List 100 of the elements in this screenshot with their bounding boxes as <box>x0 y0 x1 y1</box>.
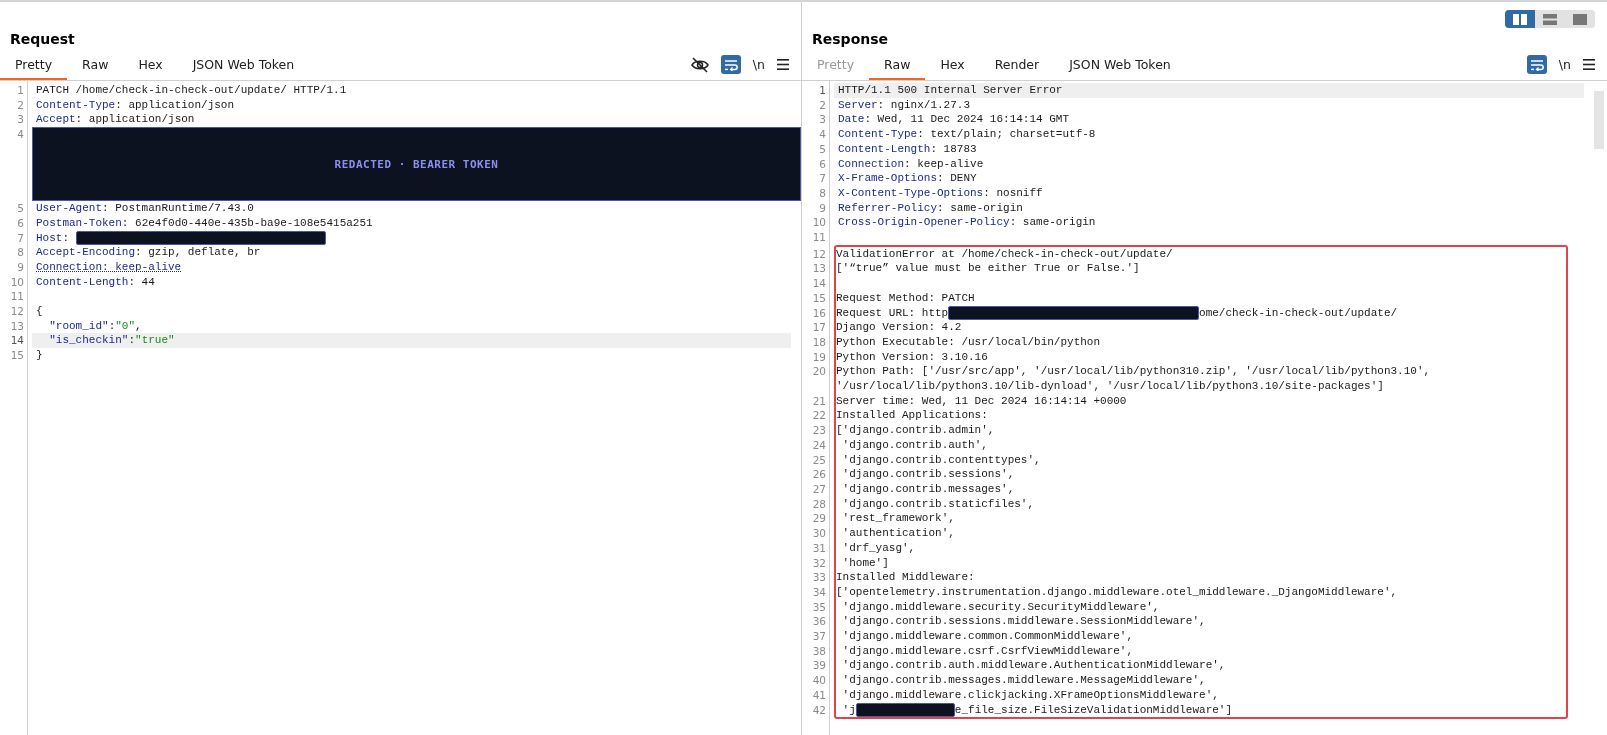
line-number: 34 <box>811 584 827 600</box>
line-number: 5 <box>818 141 827 157</box>
scrollbar-thumb[interactable] <box>1594 91 1604 149</box>
line-number: 9 <box>16 259 25 275</box>
tab[interactable]: JSON Web Token <box>1054 53 1186 80</box>
line-number: 18 <box>811 334 827 350</box>
header-name: Connection <box>838 157 904 170</box>
line-number: 10 <box>9 274 25 290</box>
code-text: 'django.contrib.auth.middleware.AuthenticationMiddleware', <box>841 659 1226 672</box>
header-name: "room_id" <box>48 319 109 332</box>
wrap-icon[interactable] <box>1526 55 1547 74</box>
line-number: 1 <box>16 83 25 98</box>
code-text: 'django.contrib.staticfiles', <box>841 497 1035 510</box>
line-number: 27 <box>811 482 827 497</box>
line-number: 13 <box>9 318 25 334</box>
line-number: 33 <box>811 570 827 585</box>
tab[interactable]: JSON Web Token <box>177 53 310 80</box>
code-text: : nosniff <box>983 186 1043 199</box>
code-text: 'rest_framework', <box>841 512 955 525</box>
line-number: 5 <box>16 201 25 216</box>
line-number: 37 <box>811 629 827 644</box>
code-text: : gzip, deflate, br <box>135 246 261 259</box>
header-name: Content-Type <box>36 98 116 111</box>
tab[interactable]: Hex <box>925 53 980 80</box>
code-text: Installed Applications: <box>836 409 988 422</box>
line-number: 32 <box>811 555 827 571</box>
line-number: 16 <box>811 305 827 321</box>
code-text: Request URL: http <box>836 306 949 319</box>
pane-title: Response <box>811 30 890 49</box>
header-name: Postman-Token <box>36 216 122 229</box>
wrap-icon[interactable] <box>720 55 741 74</box>
line-number: 24 <box>811 437 827 453</box>
code-text: : application/json <box>115 98 235 111</box>
line-number: 40 <box>811 673 827 688</box>
line-number: 6 <box>16 215 25 231</box>
newline-toggle[interactable]: \n <box>752 57 765 72</box>
line-number: 22 <box>811 408 827 424</box>
menu-icon[interactable] <box>777 59 789 70</box>
code-text: : nginx/1.27.3 <box>877 98 971 111</box>
line-number: 3 <box>16 112 25 128</box>
tab[interactable]: Pretty <box>0 53 68 80</box>
code-text: : <box>108 319 116 332</box>
code-text: ['“true” value must be either True or False.'] <box>836 262 1140 275</box>
line-number: 4 <box>818 127 827 142</box>
line-number: 14 <box>811 276 827 291</box>
code-text: : same-origin <box>937 201 1023 214</box>
menu-icon[interactable] <box>1583 59 1595 70</box>
code-text: 'django.contrib.contenttypes', <box>841 453 1041 466</box>
line-number: 11 <box>9 289 25 305</box>
code-text: 'home'] <box>841 556 889 569</box>
code-text: : 44 <box>128 275 155 288</box>
header-name: Content-Type <box>838 128 918 141</box>
header-name: Date <box>838 113 865 126</box>
code-text: : same-origin <box>1009 216 1096 229</box>
line-number: 11 <box>811 230 827 245</box>
header-name: User-Agent <box>36 202 102 215</box>
code-text: 'django.middleware.security.SecurityMiddleware', <box>841 600 1160 613</box>
code-text: : DENY <box>937 172 977 185</box>
line-number: 28 <box>811 496 827 512</box>
code-text: Django Version: 4.2 <box>836 321 962 334</box>
code-text: 'django.contrib.messages', <box>841 483 1015 495</box>
code-text: 'drf_yasg', <box>841 541 916 554</box>
newline-toggle[interactable]: \n <box>1558 57 1571 72</box>
code-text: e_file_size.FileSizeValidationMiddleware'] <box>954 703 1233 716</box>
code-text: { <box>36 305 43 318</box>
code-text: : 18783 <box>930 142 977 155</box>
line-number: 20 <box>811 364 827 380</box>
code-text: , <box>135 319 142 332</box>
line-number: 2 <box>818 97 827 113</box>
code-text: Request Method: PATCH <box>836 291 975 304</box>
code-text: : <box>62 231 70 244</box>
tab[interactable]: Render <box>979 53 1055 80</box>
header-name: Server <box>838 98 878 111</box>
line-number: 39 <box>811 658 827 674</box>
code-text: ome/check-in-check-out/update/ <box>1199 306 1398 319</box>
code-text: 'django.middleware.common.CommonMiddleware', <box>841 630 1134 642</box>
tab[interactable]: Hex <box>123 53 178 80</box>
line-number: 30 <box>811 526 827 541</box>
code-text: : text/plain; charset=utf-8 <box>917 128 1096 141</box>
header-name: Cross-Origin-Opener-Policy <box>838 216 1010 229</box>
line-number: 12 <box>9 304 25 319</box>
code-text: 'j <box>841 703 856 716</box>
line-number: 2 <box>16 97 25 113</box>
header-name: Accept <box>36 113 76 126</box>
hide-icon[interactable] <box>690 56 709 73</box>
code-text: 'django.contrib.messages.middleware.MessageMiddleware', <box>841 674 1206 687</box>
layout-button[interactable] <box>1505 10 1535 28</box>
tab[interactable]: Raw <box>869 53 926 80</box>
line-number: 15 <box>9 348 25 363</box>
tab[interactable]: Raw <box>67 53 124 80</box>
string-value: "true" <box>135 334 175 347</box>
line-number: 1 <box>818 83 827 98</box>
code-text: Connection: keep-alive <box>36 260 182 273</box>
rows-icon <box>1543 13 1557 25</box>
code-text: : PostmanRuntime/7.43.0 <box>102 202 254 215</box>
line-number: 6 <box>818 156 827 172</box>
code-text: 'django.contrib.sessions', <box>841 468 1015 481</box>
line-number: 13 <box>811 261 827 277</box>
line-number: 7 <box>818 171 827 186</box>
line-number: 19 <box>811 349 827 365</box>
